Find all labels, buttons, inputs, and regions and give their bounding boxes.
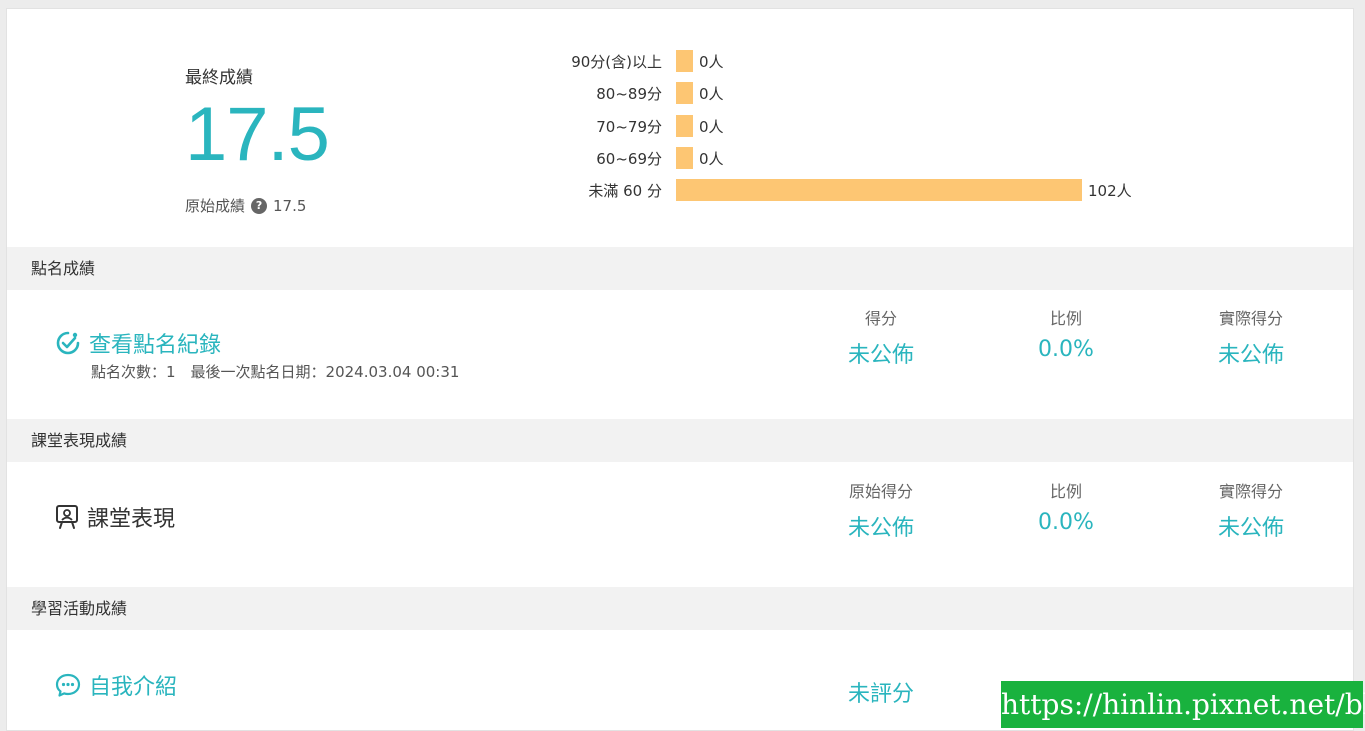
performance-raw-col: 原始得分 未公佈 xyxy=(791,478,971,542)
col-head: 得分 xyxy=(864,309,897,328)
dist-count: 0人 xyxy=(699,149,724,168)
activity-title: 自我介紹 xyxy=(89,675,178,700)
dist-count: 0人 xyxy=(699,84,724,103)
dist-bar xyxy=(676,50,693,72)
dist-row: 80~89分 0人 xyxy=(547,81,1187,105)
attendance-detail: 點名次數：1 最後一次點名日期：2024.03.04 00:31 xyxy=(91,363,460,381)
dist-row: 70~79分 0人 xyxy=(547,114,1187,138)
performance-actual-col: 實際得分 未公佈 xyxy=(1161,478,1341,542)
performance-ratio-col: 比例 0.0% xyxy=(976,478,1156,535)
presentation-icon xyxy=(56,505,78,529)
raw-grade-value: 17.5 xyxy=(273,196,307,215)
dist-label: 80~89分 xyxy=(596,84,662,103)
attendance-icon xyxy=(56,331,80,355)
raw-grade-label: 原始成績 xyxy=(185,197,246,215)
activity-self-intro-link[interactable]: 自我介紹 xyxy=(55,669,177,701)
attendance-ratio-col: 比例 0.0% xyxy=(976,305,1156,362)
grade-distribution-chart: 90分(含)以上 0人 80~89分 0人 70~79分 0人 60~69分 0… xyxy=(547,49,1187,217)
section-header-attendance: 點名成績 xyxy=(7,247,1353,290)
col-value: 未公佈 xyxy=(847,343,914,368)
raw-grade-row: 原始成績 ? 17.5 xyxy=(185,195,306,216)
watermark-banner: https://hinlin.pixnet.net/blog xyxy=(1001,681,1365,728)
dist-bar xyxy=(676,82,693,104)
dist-row: 90分(含)以上 0人 xyxy=(547,49,1187,73)
col-head: 比例 xyxy=(1049,482,1082,501)
dist-bar xyxy=(676,115,693,137)
section-header-performance: 課堂表現成績 xyxy=(7,419,1353,462)
performance-item: 課堂表現 xyxy=(55,501,175,533)
dist-row: 60~69分 0人 xyxy=(547,146,1187,170)
col-value: 未公佈 xyxy=(1217,343,1284,368)
col-head: 實際得分 xyxy=(1218,309,1283,328)
attendance-score-col: 得分 未公佈 xyxy=(791,305,971,369)
col-head: 原始得分 xyxy=(848,482,913,501)
help-icon[interactable]: ? xyxy=(251,197,268,214)
dist-count: 0人 xyxy=(699,117,724,136)
dist-row: 未滿 60 分 102人 xyxy=(547,178,1187,202)
dist-label: 90分(含)以上 xyxy=(571,52,662,71)
col-head: 實際得分 xyxy=(1218,482,1283,501)
attendance-actual-col: 實際得分 未公佈 xyxy=(1161,305,1341,369)
dist-count: 0人 xyxy=(699,52,724,71)
section-header-activities: 學習活動成績 xyxy=(7,587,1353,630)
final-grade-label: 最終成績 xyxy=(185,68,253,88)
dist-bar xyxy=(676,147,693,169)
dist-label: 70~79分 xyxy=(596,117,662,136)
chat-bubble-icon xyxy=(55,673,81,697)
col-value: 未公佈 xyxy=(847,516,914,541)
dist-label: 60~69分 xyxy=(596,149,662,168)
final-grade-value: 17.5 xyxy=(185,92,330,177)
grade-panel: 最終成績 17.5 原始成績 ? 17.5 90分(含)以上 0人 80~89分… xyxy=(6,8,1354,731)
dist-count: 102人 xyxy=(1088,181,1132,200)
col-head: 比例 xyxy=(1049,309,1082,328)
dist-bar xyxy=(676,179,1082,201)
col-value: 未評分 xyxy=(847,682,914,707)
attendance-link-label: 查看點名紀錄 xyxy=(89,333,222,358)
performance-title: 課堂表現 xyxy=(87,507,176,532)
col-value: 0.0% xyxy=(1038,510,1094,535)
activity-score-col: 未評分 xyxy=(791,676,971,708)
col-value: 0.0% xyxy=(1038,337,1094,362)
col-value: 未公佈 xyxy=(1217,516,1284,541)
dist-label: 未滿 60 分 xyxy=(588,181,662,200)
view-attendance-link[interactable]: 查看點名紀錄 xyxy=(55,327,221,359)
